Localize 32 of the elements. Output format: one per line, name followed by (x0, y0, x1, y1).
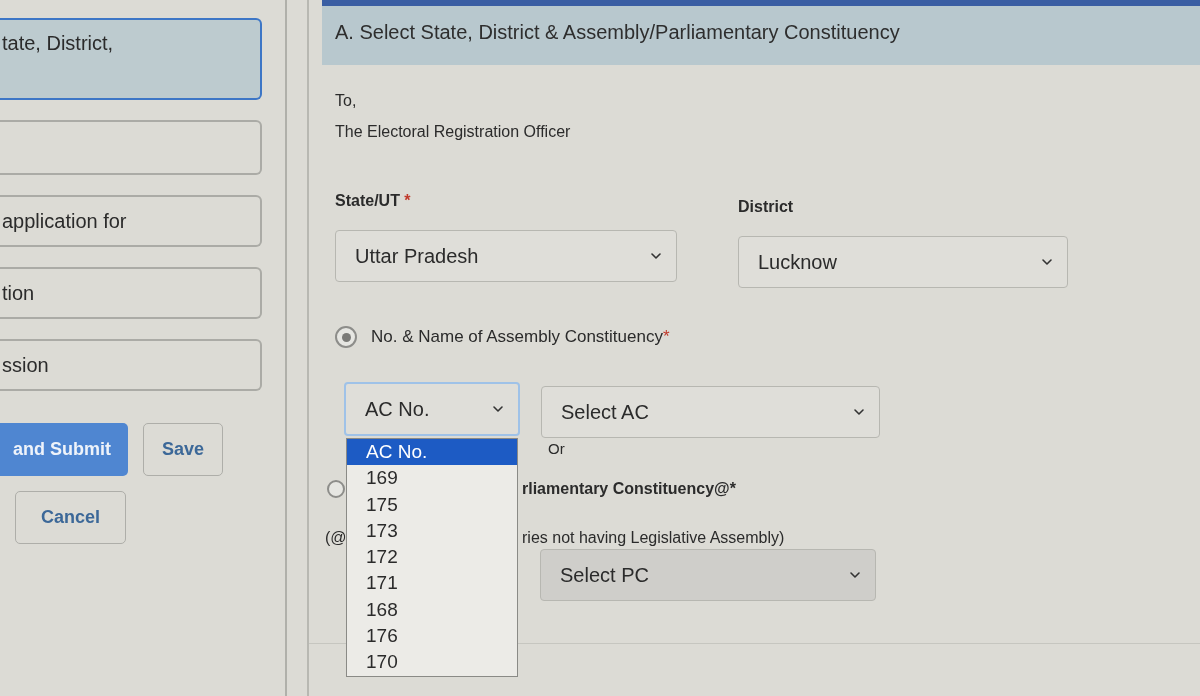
section-header: A. Select State, District & Assembly/Parliamentary Constituency (322, 0, 1200, 65)
ac-number-select[interactable]: AC No. (344, 382, 520, 436)
dropdown-option[interactable]: 176 (347, 623, 517, 650)
radio-button[interactable] (327, 480, 345, 498)
ac-name-select[interactable]: Select AC (541, 386, 880, 438)
note-text: (@ (325, 529, 347, 546)
cancel-button[interactable]: Cancel (15, 491, 126, 544)
sidebar-item[interactable]: tate, District, (0, 18, 262, 100)
address-line: The Electoral Registration Officer (335, 122, 571, 142)
dropdown-option[interactable]: 170 (347, 649, 517, 676)
state-select[interactable]: Uttar Pradesh (335, 230, 677, 282)
dropdown-option[interactable]: 171 (347, 570, 517, 597)
radio-label: No. & Name of Assembly Constituency* (371, 326, 670, 349)
radio-button[interactable] (335, 326, 357, 348)
radio-label: rliamentary Constituency@* (522, 479, 736, 499)
district-select[interactable]: Lucknow (738, 236, 1068, 288)
dropdown-option[interactable]: 175 (347, 491, 517, 518)
separator-text: Or (548, 440, 565, 458)
dropdown-option[interactable]: 173 (347, 517, 517, 545)
dropdown-option[interactable]: 172 (347, 544, 517, 571)
save-button[interactable]: Save (143, 423, 223, 476)
note-text: ries not having Legislative Assembly) (522, 528, 785, 548)
dropdown-option[interactable]: 169 (347, 465, 517, 492)
field-label: District (738, 197, 794, 217)
address-line: To, (335, 91, 357, 111)
field-label: State/UT * (335, 191, 411, 211)
sidebar-item[interactable]: application for (0, 195, 262, 247)
dropdown-option[interactable]: 168 (347, 596, 517, 624)
sidebar-item[interactable]: tion (0, 267, 262, 319)
sidebar-item[interactable]: ssion (0, 339, 262, 391)
sidebar-item[interactable] (0, 120, 262, 175)
dropdown-option[interactable]: AC No. (347, 439, 517, 466)
